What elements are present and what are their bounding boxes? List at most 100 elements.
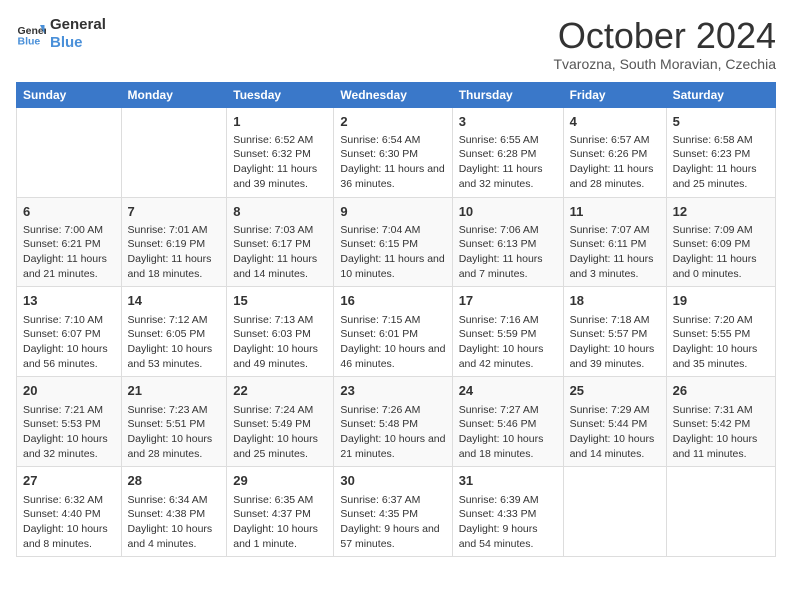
calendar-cell: 1Sunrise: 6:52 AM Sunset: 6:32 PM Daylig… [227,107,334,197]
day-number: 19 [673,292,769,310]
day-content: Sunrise: 7:24 AM Sunset: 5:49 PM Dayligh… [233,403,327,462]
day-content: Sunrise: 7:00 AM Sunset: 6:21 PM Dayligh… [23,223,115,282]
day-content: Sunrise: 6:58 AM Sunset: 6:23 PM Dayligh… [673,133,769,192]
calendar-cell [121,107,227,197]
calendar-header-cell: Tuesday [227,82,334,107]
day-content: Sunrise: 7:04 AM Sunset: 6:15 PM Dayligh… [340,223,445,282]
calendar-header-cell: Wednesday [334,82,452,107]
day-content: Sunrise: 7:01 AM Sunset: 6:19 PM Dayligh… [128,223,221,282]
day-number: 4 [570,113,660,131]
day-content: Sunrise: 6:54 AM Sunset: 6:30 PM Dayligh… [340,133,445,192]
calendar-cell: 5 Sunrise: 6:58 AM Sunset: 6:23 PM Daylig… [666,107,775,197]
calendar-cell: 10Sunrise: 7:06 AM Sunset: 6:13 PM Dayli… [452,197,563,287]
day-content: Sunrise: 7:07 AM Sunset: 6:11 PM Dayligh… [570,223,660,282]
day-number: 14 [128,292,221,310]
calendar-cell: 13Sunrise: 7:10 AM Sunset: 6:07 PM Dayli… [17,287,122,377]
day-content: Sunrise: 7:03 AM Sunset: 6:17 PM Dayligh… [233,223,327,282]
day-content: Sunrise: 6:37 AM Sunset: 4:35 PM Dayligh… [340,493,445,552]
location-subtitle: Tvarozna, South Moravian, Czechia [553,56,776,72]
day-number: 17 [459,292,557,310]
month-title: October 2024 [553,16,776,56]
calendar-cell: 14Sunrise: 7:12 AM Sunset: 6:05 PM Dayli… [121,287,227,377]
calendar-cell: 15 Sunrise: 7:13 AM Sunset: 6:03 PM Dayli… [227,287,334,377]
calendar-cell: 30 Sunrise: 6:37 AM Sunset: 4:35 PM Dayli… [334,467,452,557]
day-content: Sunrise: 7:31 AM Sunset: 5:42 PM Dayligh… [673,403,769,462]
day-number: 18 [570,292,660,310]
day-number: 30 [340,472,445,490]
day-content: Sunrise: 6:34 AM Sunset: 4:38 PM Dayligh… [128,493,221,552]
calendar-cell: 23 Sunrise: 7:26 AM Sunset: 5:48 PM Dayli… [334,377,452,467]
day-number: 23 [340,382,445,400]
calendar-cell: 19 Sunrise: 7:20 AM Sunset: 5:55 PM Dayli… [666,287,775,377]
day-content: Sunrise: 7:16 AM Sunset: 5:59 PM Dayligh… [459,313,557,372]
calendar-cell: 9 Sunrise: 7:04 AM Sunset: 6:15 PM Daylig… [334,197,452,287]
title-block: October 2024 Tvarozna, South Moravian, C… [553,16,776,72]
day-number: 26 [673,382,769,400]
logo-icon: General Blue [16,19,46,49]
day-number: 16 [340,292,445,310]
day-number: 3 [459,113,557,131]
calendar-cell: 2 Sunrise: 6:54 AM Sunset: 6:30 PM Daylig… [334,107,452,197]
day-number: 13 [23,292,115,310]
calendar-cell: 31Sunrise: 6:39 AM Sunset: 4:33 PM Dayli… [452,467,563,557]
calendar-cell: 24 Sunrise: 7:27 AM Sunset: 5:46 PM Dayli… [452,377,563,467]
day-number: 12 [673,203,769,221]
day-number: 29 [233,472,327,490]
calendar-week-row: 6Sunrise: 7:00 AM Sunset: 6:21 PM Daylig… [17,197,776,287]
calendar-cell: 16 Sunrise: 7:15 AM Sunset: 6:01 PM Dayli… [334,287,452,377]
calendar-cell [563,467,666,557]
day-content: Sunrise: 7:29 AM Sunset: 5:44 PM Dayligh… [570,403,660,462]
day-number: 2 [340,113,445,131]
calendar-cell: 20 Sunrise: 7:21 AM Sunset: 5:53 PM Dayli… [17,377,122,467]
day-number: 9 [340,203,445,221]
calendar-week-row: 1Sunrise: 6:52 AM Sunset: 6:32 PM Daylig… [17,107,776,197]
calendar-cell: 29 Sunrise: 6:35 AM Sunset: 4:37 PM Dayli… [227,467,334,557]
day-number: 15 [233,292,327,310]
day-content: Sunrise: 6:39 AM Sunset: 4:33 PM Dayligh… [459,493,557,552]
day-number: 5 [673,113,769,131]
day-number: 27 [23,472,115,490]
day-content: Sunrise: 7:20 AM Sunset: 5:55 PM Dayligh… [673,313,769,372]
day-number: 25 [570,382,660,400]
calendar-cell: 6Sunrise: 7:00 AM Sunset: 6:21 PM Daylig… [17,197,122,287]
day-content: Sunrise: 6:55 AM Sunset: 6:28 PM Dayligh… [459,133,557,192]
calendar-header-cell: Monday [121,82,227,107]
day-content: Sunrise: 7:23 AM Sunset: 5:51 PM Dayligh… [128,403,221,462]
day-number: 7 [128,203,221,221]
calendar-cell [17,107,122,197]
calendar-header-cell: Saturday [666,82,775,107]
calendar-cell: 4 Sunrise: 6:57 AM Sunset: 6:26 PM Daylig… [563,107,666,197]
day-content: Sunrise: 7:15 AM Sunset: 6:01 PM Dayligh… [340,313,445,372]
calendar-cell: 12 Sunrise: 7:09 AM Sunset: 6:09 PM Dayli… [666,197,775,287]
day-number: 11 [570,203,660,221]
calendar-cell [666,467,775,557]
day-content: Sunrise: 7:13 AM Sunset: 6:03 PM Dayligh… [233,313,327,372]
day-content: Sunrise: 6:52 AM Sunset: 6:32 PM Dayligh… [233,133,327,192]
day-content: Sunrise: 7:21 AM Sunset: 5:53 PM Dayligh… [23,403,115,462]
day-content: Sunrise: 7:26 AM Sunset: 5:48 PM Dayligh… [340,403,445,462]
day-number: 20 [23,382,115,400]
calendar-cell: 18Sunrise: 7:18 AM Sunset: 5:57 PM Dayli… [563,287,666,377]
day-content: Sunrise: 6:32 AM Sunset: 4:40 PM Dayligh… [23,493,115,552]
day-number: 8 [233,203,327,221]
calendar-week-row: 20 Sunrise: 7:21 AM Sunset: 5:53 PM Dayli… [17,377,776,467]
logo: General Blue General Blue [16,16,106,52]
day-number: 10 [459,203,557,221]
day-content: Sunrise: 6:35 AM Sunset: 4:37 PM Dayligh… [233,493,327,552]
calendar-cell: 11 Sunrise: 7:07 AM Sunset: 6:11 PM Dayli… [563,197,666,287]
calendar-header-cell: Friday [563,82,666,107]
day-content: Sunrise: 7:09 AM Sunset: 6:09 PM Dayligh… [673,223,769,282]
page-header: General Blue General Blue October 2024 T… [16,16,776,72]
calendar-header-row: SundayMondayTuesdayWednesdayThursdayFrid… [17,82,776,107]
calendar-cell: 21 Sunrise: 7:23 AM Sunset: 5:51 PM Dayli… [121,377,227,467]
day-content: Sunrise: 7:27 AM Sunset: 5:46 PM Dayligh… [459,403,557,462]
calendar-body: 1Sunrise: 6:52 AM Sunset: 6:32 PM Daylig… [17,107,776,557]
calendar-cell: 26 Sunrise: 7:31 AM Sunset: 5:42 PM Dayli… [666,377,775,467]
day-number: 22 [233,382,327,400]
day-content: Sunrise: 6:57 AM Sunset: 6:26 PM Dayligh… [570,133,660,192]
day-number: 21 [128,382,221,400]
day-number: 24 [459,382,557,400]
logo-line1: General [50,16,106,34]
calendar-cell: 3 Sunrise: 6:55 AM Sunset: 6:28 PM Daylig… [452,107,563,197]
calendar-cell: 22 Sunrise: 7:24 AM Sunset: 5:49 PM Dayli… [227,377,334,467]
